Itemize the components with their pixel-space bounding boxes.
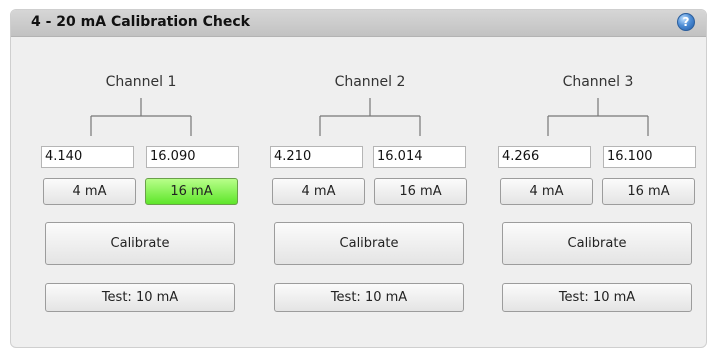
channel-2-low-value[interactable]: 4.210 (270, 146, 363, 168)
channel-1-low-value[interactable]: 4.140 (41, 146, 134, 168)
channel-1-bracket (90, 98, 192, 136)
channel-1-4ma-button[interactable]: 4 mA (43, 178, 136, 205)
channel-2-label: Channel 2 (334, 74, 406, 90)
channel-1-label: Channel 1 (105, 74, 177, 90)
channel-3-16ma-button[interactable]: 16 mA (602, 178, 695, 205)
channel-3-test-button[interactable]: Test: 10 mA (502, 283, 692, 312)
channel-1-calibrate-button[interactable]: Calibrate (45, 222, 235, 265)
channel-2-16ma-button[interactable]: 16 mA (374, 178, 467, 205)
channel-2-test-button[interactable]: Test: 10 mA (274, 283, 464, 312)
channel-3-high-value[interactable]: 16.100 (603, 146, 696, 168)
channel-3-calibrate-button[interactable]: Calibrate (502, 222, 692, 265)
channel-1-16ma-button[interactable]: 16 mA (145, 178, 238, 205)
channel-3-bracket (547, 98, 649, 136)
channel-2-calibrate-button[interactable]: Calibrate (274, 222, 464, 265)
channel-3-group: Channel 3 4.266 16.100 4 mA 16 mA Calibr… (498, 10, 698, 347)
channel-3-4ma-button[interactable]: 4 mA (500, 178, 593, 205)
channel-2-4ma-button[interactable]: 4 mA (272, 178, 365, 205)
channel-1-group: Channel 1 4.140 16.090 4 mA 16 mA Calibr… (41, 10, 241, 347)
channel-1-test-button[interactable]: Test: 10 mA (45, 283, 235, 312)
channel-1-high-value[interactable]: 16.090 (146, 146, 239, 168)
calibration-panel: 4 - 20 mA Calibration Check ? Channel 1 … (10, 9, 707, 348)
channel-3-low-value[interactable]: 4.266 (498, 146, 591, 168)
channel-2-group: Channel 2 4.210 16.014 4 mA 16 mA Calibr… (270, 10, 470, 347)
channel-3-label: Channel 3 (562, 74, 634, 90)
channel-2-bracket (319, 98, 421, 136)
channel-2-high-value[interactable]: 16.014 (373, 146, 466, 168)
